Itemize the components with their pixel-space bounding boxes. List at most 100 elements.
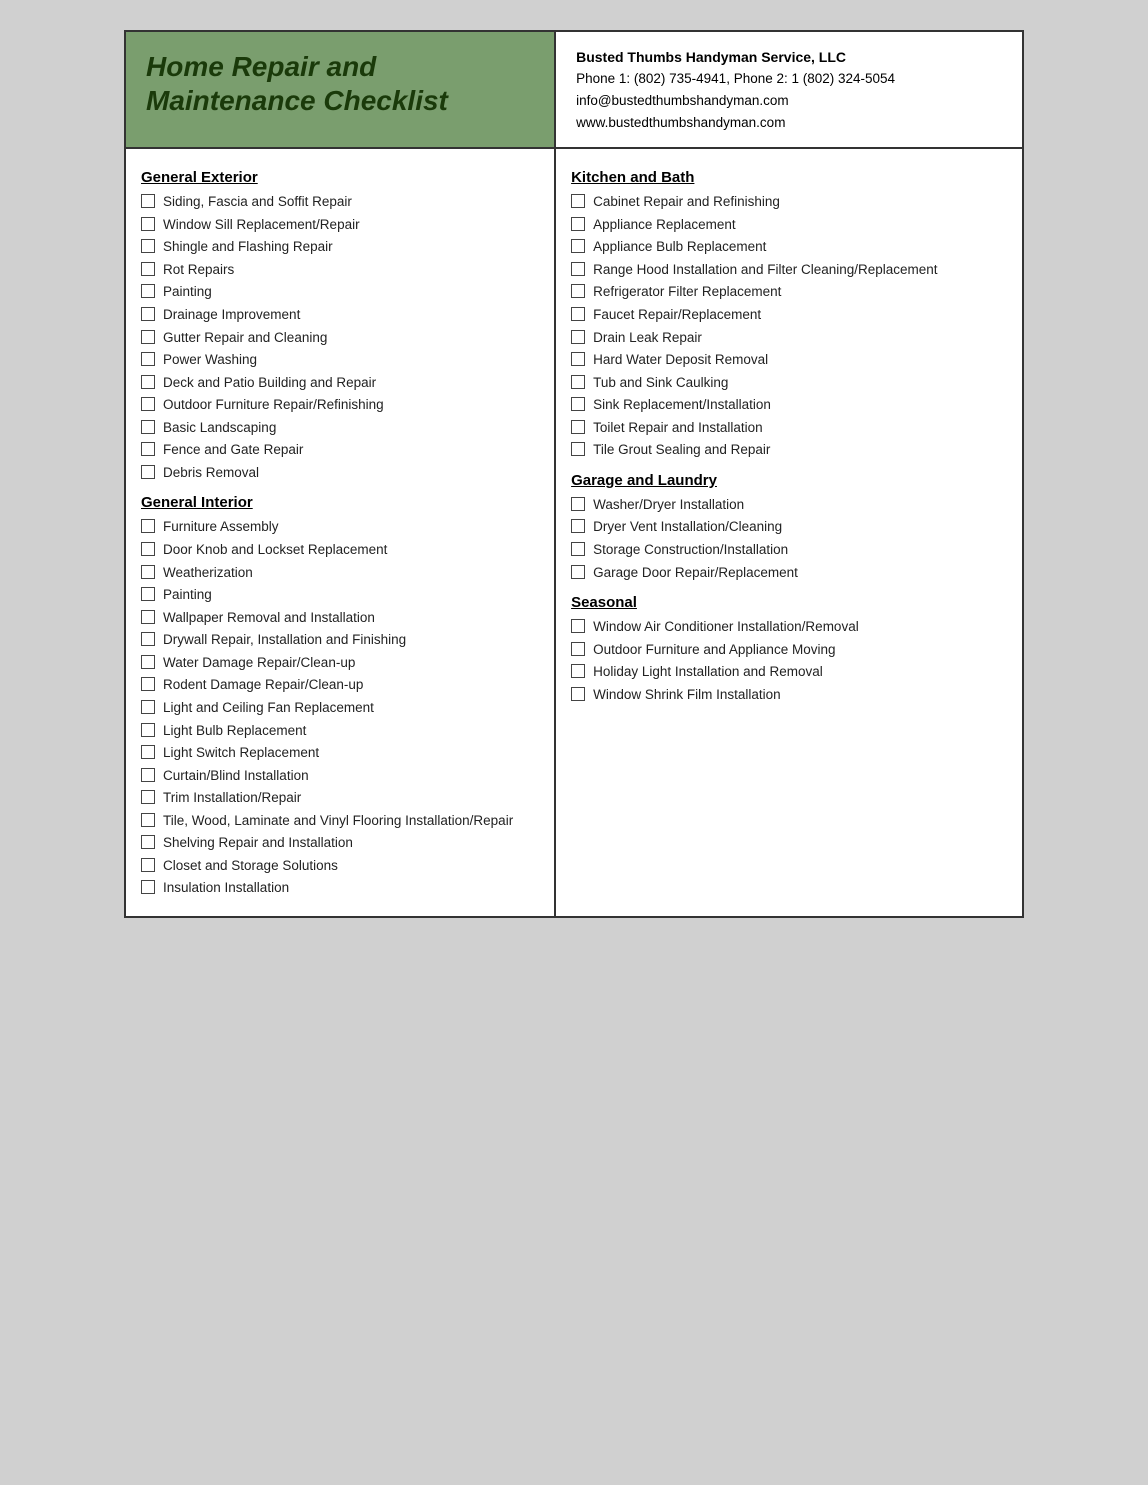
list-item[interactable]: Insulation Installation — [141, 878, 539, 898]
list-item[interactable]: Light Switch Replacement — [141, 743, 539, 763]
checkbox[interactable] — [571, 217, 585, 231]
checkbox[interactable] — [571, 284, 585, 298]
list-item[interactable]: Window Air Conditioner Installation/Remo… — [571, 617, 1007, 637]
checkbox[interactable] — [571, 352, 585, 366]
checkbox[interactable] — [141, 442, 155, 456]
checkbox[interactable] — [571, 194, 585, 208]
checkbox[interactable] — [571, 420, 585, 434]
checkbox[interactable] — [141, 217, 155, 231]
checkbox[interactable] — [141, 307, 155, 321]
checkbox[interactable] — [141, 632, 155, 646]
list-item[interactable]: Holiday Light Installation and Removal — [571, 662, 1007, 682]
checkbox[interactable] — [141, 352, 155, 366]
list-item[interactable]: Window Shrink Film Installation — [571, 685, 1007, 705]
checkbox[interactable] — [141, 330, 155, 344]
list-item[interactable]: Outdoor Furniture and Appliance Moving — [571, 640, 1007, 660]
checkbox[interactable] — [571, 307, 585, 321]
checkbox[interactable] — [141, 723, 155, 737]
list-item[interactable]: Drain Leak Repair — [571, 328, 1007, 348]
list-item[interactable]: Furniture Assembly — [141, 517, 539, 537]
checkbox[interactable] — [571, 375, 585, 389]
list-item[interactable]: Painting — [141, 282, 539, 302]
checkbox[interactable] — [141, 420, 155, 434]
checkbox[interactable] — [141, 790, 155, 804]
checkbox[interactable] — [141, 655, 155, 669]
checkbox[interactable] — [571, 239, 585, 253]
list-item[interactable]: Siding, Fascia and Soffit Repair — [141, 192, 539, 212]
checkbox[interactable] — [141, 677, 155, 691]
list-item[interactable]: Water Damage Repair/Clean-up — [141, 653, 539, 673]
checkbox[interactable] — [141, 519, 155, 533]
list-item[interactable]: Painting — [141, 585, 539, 605]
list-item[interactable]: Garage Door Repair/Replacement — [571, 563, 1007, 583]
list-item[interactable]: Deck and Patio Building and Repair — [141, 373, 539, 393]
list-item[interactable]: Shelving Repair and Installation — [141, 833, 539, 853]
list-item[interactable]: Weatherization — [141, 563, 539, 583]
checkbox[interactable] — [571, 664, 585, 678]
list-item[interactable]: Basic Landscaping — [141, 418, 539, 438]
list-item[interactable]: Rodent Damage Repair/Clean-up — [141, 675, 539, 695]
checkbox[interactable] — [141, 194, 155, 208]
list-item[interactable]: Outdoor Furniture Repair/Refinishing — [141, 395, 539, 415]
list-item[interactable]: Appliance Replacement — [571, 215, 1007, 235]
list-item[interactable]: Storage Construction/Installation — [571, 540, 1007, 560]
list-item[interactable]: Tub and Sink Caulking — [571, 373, 1007, 393]
list-item[interactable]: Drainage Improvement — [141, 305, 539, 325]
list-item[interactable]: Curtain/Blind Installation — [141, 766, 539, 786]
checkbox[interactable] — [571, 262, 585, 276]
checkbox[interactable] — [141, 610, 155, 624]
checkbox[interactable] — [141, 745, 155, 759]
checkbox[interactable] — [571, 330, 585, 344]
list-item[interactable]: Hard Water Deposit Removal — [571, 350, 1007, 370]
list-item[interactable]: Closet and Storage Solutions — [141, 856, 539, 876]
list-item[interactable]: Sink Replacement/Installation — [571, 395, 1007, 415]
checkbox[interactable] — [571, 497, 585, 511]
list-item[interactable]: Window Sill Replacement/Repair — [141, 215, 539, 235]
list-item[interactable]: Tile Grout Sealing and Repair — [571, 440, 1007, 460]
list-item[interactable]: Rot Repairs — [141, 260, 539, 280]
list-item[interactable]: Range Hood Installation and Filter Clean… — [571, 260, 1007, 280]
checkbox[interactable] — [141, 587, 155, 601]
checkbox[interactable] — [141, 768, 155, 782]
checkbox[interactable] — [141, 284, 155, 298]
list-item[interactable]: Tile, Wood, Laminate and Vinyl Flooring … — [141, 811, 539, 831]
list-item[interactable]: Gutter Repair and Cleaning — [141, 328, 539, 348]
list-item[interactable]: Faucet Repair/Replacement — [571, 305, 1007, 325]
list-item[interactable]: Shingle and Flashing Repair — [141, 237, 539, 257]
checkbox[interactable] — [141, 542, 155, 556]
list-item[interactable]: Toilet Repair and Installation — [571, 418, 1007, 438]
list-item[interactable]: Appliance Bulb Replacement — [571, 237, 1007, 257]
checkbox[interactable] — [571, 642, 585, 656]
checkbox[interactable] — [571, 565, 585, 579]
checkbox[interactable] — [141, 858, 155, 872]
checkbox[interactable] — [571, 542, 585, 556]
checkbox[interactable] — [141, 239, 155, 253]
checkbox[interactable] — [141, 375, 155, 389]
checkbox[interactable] — [571, 442, 585, 456]
list-item[interactable]: Door Knob and Lockset Replacement — [141, 540, 539, 560]
list-item[interactable]: Trim Installation/Repair — [141, 788, 539, 808]
list-item[interactable]: Drywall Repair, Installation and Finishi… — [141, 630, 539, 650]
checkbox[interactable] — [141, 262, 155, 276]
list-item[interactable]: Cabinet Repair and Refinishing — [571, 192, 1007, 212]
list-item[interactable]: Dryer Vent Installation/Cleaning — [571, 517, 1007, 537]
list-item[interactable]: Power Washing — [141, 350, 539, 370]
list-item[interactable]: Debris Removal — [141, 463, 539, 483]
checkbox[interactable] — [141, 835, 155, 849]
checkbox[interactable] — [571, 619, 585, 633]
checkbox[interactable] — [571, 687, 585, 701]
list-item[interactable]: Light and Ceiling Fan Replacement — [141, 698, 539, 718]
list-item[interactable]: Wallpaper Removal and Installation — [141, 608, 539, 628]
checkbox[interactable] — [571, 397, 585, 411]
checkbox[interactable] — [141, 700, 155, 714]
list-item[interactable]: Fence and Gate Repair — [141, 440, 539, 460]
checkbox[interactable] — [141, 880, 155, 894]
checkbox[interactable] — [141, 565, 155, 579]
checkbox[interactable] — [571, 519, 585, 533]
list-item[interactable]: Washer/Dryer Installation — [571, 495, 1007, 515]
checkbox[interactable] — [141, 465, 155, 479]
list-item[interactable]: Light Bulb Replacement — [141, 721, 539, 741]
checkbox[interactable] — [141, 397, 155, 411]
list-item[interactable]: Refrigerator Filter Replacement — [571, 282, 1007, 302]
checkbox[interactable] — [141, 813, 155, 827]
